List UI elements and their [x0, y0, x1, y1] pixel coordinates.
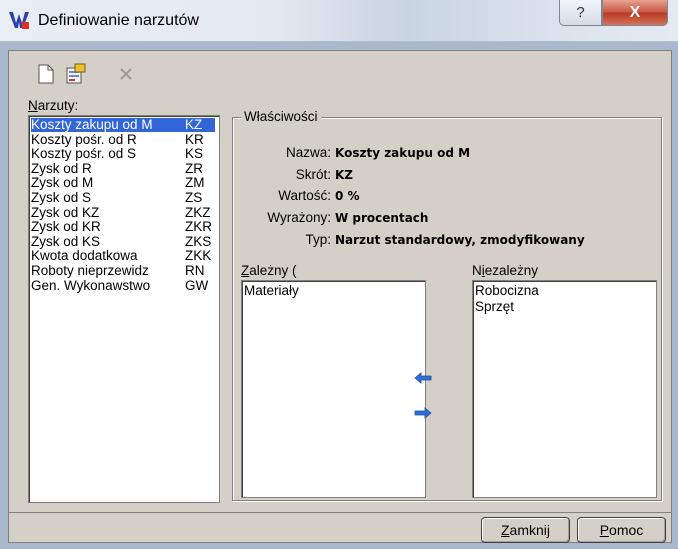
property-value: 0 % [335, 189, 360, 203]
close-window-button[interactable]: X [602, 0, 668, 26]
narzut-code: GW [185, 277, 209, 293]
move-left-button[interactable] [412, 369, 434, 387]
property-label: Skrót: [295, 167, 331, 182]
properties-icon [66, 63, 86, 84]
help-icon: ? [576, 4, 585, 21]
narzut-name: Zysk od KS [31, 233, 101, 249]
arrow-right-icon [414, 407, 432, 419]
narzut-list-item[interactable]: Zysk od R ZR [31, 160, 203, 176]
narzut-list-item[interactable]: Zysk od M ZM [31, 175, 205, 191]
narzut-list-item[interactable]: Zysk od S ZS [31, 190, 202, 205]
niezalezny-label: Niezależny [472, 263, 539, 278]
narzut-list-item[interactable]: Gen. Wykonawstwo GW [31, 277, 208, 293]
narzut-name: Zysk od S [31, 190, 92, 205]
narzut-name: Koszty pośr. od R [31, 131, 137, 147]
narzut-name: Zysk od M [31, 175, 94, 191]
arrow-left-icon [414, 372, 432, 384]
properties-title: Właściwości [241, 109, 321, 124]
narzuty-list[interactable]: Koszty zakupu od M KZ Koszty pośr. od R KR K… [28, 115, 220, 503]
narzut-list-item[interactable]: Zysk od KZ ZKZ [31, 204, 211, 220]
delete-button[interactable] [114, 62, 138, 86]
property-value: Koszty zakupu od M [335, 146, 471, 160]
narzut-code: ZR [185, 160, 203, 176]
narzut-list-item[interactable]: Zysk od KR ZKR [31, 219, 212, 235]
niezalezny-list-item[interactable]: Sprzęt [475, 300, 514, 314]
narzut-code: KZ [185, 117, 203, 132]
property-label: Nazwa: [285, 145, 331, 160]
close-icon: X [629, 3, 641, 21]
narzut-code: ZKZ [185, 204, 211, 220]
close-button[interactable]: Zamknij [481, 517, 570, 543]
delete-icon [120, 68, 132, 80]
narzut-code: KS [185, 146, 204, 162]
narzut-code: ZKR [185, 219, 212, 235]
narzut-name: Roboty nieprzewidz [31, 263, 149, 278]
narzut-code: RN [185, 263, 205, 278]
niezalezny-list-item[interactable]: Robocizna [475, 284, 539, 298]
zalezny-list[interactable]: Materiały [241, 280, 426, 498]
property-value: Narzut standardowy, zmodyfikowany [335, 233, 585, 247]
title-bar[interactable]: Definiowanie narzutów ? X [0, 0, 678, 42]
narzut-code: ZKK [185, 248, 212, 264]
narzut-list-item[interactable]: Roboty nieprzewidz RN [31, 263, 205, 278]
close-button-label: Zamknij [500, 522, 551, 538]
narzut-name: Kwota dodatkowa [31, 248, 138, 264]
narzut-name: Gen. Wykonawstwo [31, 277, 151, 293]
new-button[interactable] [34, 62, 58, 86]
narzut-list-item[interactable]: Kwota dodatkowa ZKK [31, 248, 211, 264]
narzut-name: Koszty zakupu od M [31, 117, 153, 132]
narzut-name: Zysk od KZ [31, 204, 100, 220]
property-value: W procentach [335, 211, 429, 225]
narzut-list-item[interactable]: Zysk od KS ZKS [31, 233, 211, 249]
move-right-button[interactable] [412, 404, 434, 422]
button-bar [8, 513, 672, 543]
narzut-code: ZKS [185, 233, 212, 249]
zalezny-list-item[interactable]: Materiały [244, 284, 299, 298]
property-value: KZ [335, 168, 353, 182]
help-button-label: Pomoc [599, 522, 644, 538]
narzuty-label: Narzuty: [28, 98, 79, 113]
help-window-button[interactable]: ? [559, 0, 602, 26]
property-label: Wartość: [278, 188, 331, 203]
narzut-code: KR [185, 131, 204, 147]
narzut-name: Zysk od R [31, 160, 92, 176]
narzut-list-item[interactable]: Koszty pośr. od R KR [31, 131, 204, 147]
narzut-list-item[interactable]: Koszty pośr. od S KS [31, 146, 203, 162]
app-logo-icon [9, 12, 29, 29]
niezalezny-list[interactable]: Robocizna Sprzęt [472, 280, 657, 498]
narzut-name: Zysk od KR [31, 219, 101, 235]
property-label: Typ: [305, 232, 331, 247]
narzut-code: ZM [185, 175, 205, 191]
window-title: Definiowanie narzutów [38, 12, 199, 29]
help-button[interactable]: Pomoc [577, 517, 666, 543]
narzut-code: ZS [185, 190, 203, 205]
zalezny-label: Zależny ( [241, 263, 297, 278]
new-document-icon [38, 64, 54, 84]
properties-button[interactable] [64, 62, 88, 86]
narzut-list-item[interactable]: Koszty zakupu od M KZ [31, 118, 215, 132]
narzut-name: Koszty pośr. od S [31, 146, 137, 162]
property-label: Wyrażony: [267, 210, 331, 225]
